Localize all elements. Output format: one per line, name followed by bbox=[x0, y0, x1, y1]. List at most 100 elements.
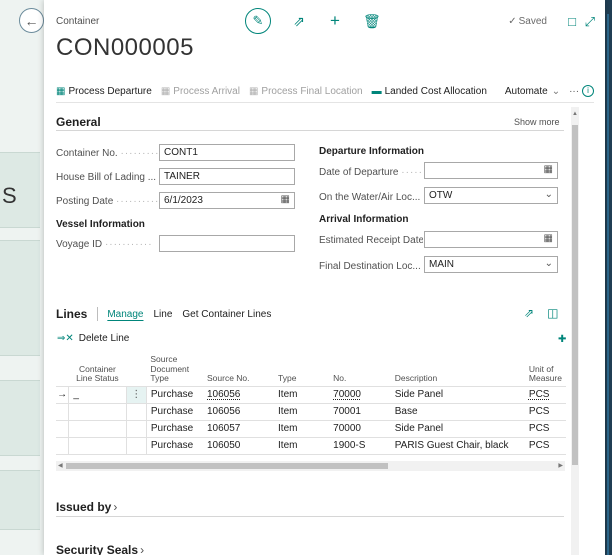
right-edge-accent bbox=[607, 14, 609, 555]
uom-cell[interactable]: PCS bbox=[524, 385, 566, 404]
source-doc-type-cell[interactable]: Purchase bbox=[146, 436, 203, 455]
row-actions-cell[interactable] bbox=[126, 436, 147, 455]
no-cell[interactable]: 70000 bbox=[329, 419, 391, 438]
final-destination-value: MAIN bbox=[429, 259, 454, 270]
scrollbar-thumb[interactable] bbox=[572, 125, 578, 465]
lines-title[interactable]: Lines bbox=[56, 307, 87, 321]
scroll-right-icon[interactable]: ▶ bbox=[558, 461, 563, 471]
voyage-id-field[interactable] bbox=[159, 235, 295, 252]
type-cell[interactable]: Item bbox=[274, 419, 330, 438]
line-status-cell[interactable] bbox=[68, 436, 127, 455]
tab-get-container-lines[interactable]: Get Container Lines bbox=[182, 309, 271, 320]
row-selector[interactable] bbox=[56, 402, 70, 421]
source-no-cell[interactable]: 106056 bbox=[203, 402, 275, 421]
column-header-no[interactable]: No. bbox=[329, 350, 391, 386]
description-cell[interactable]: PARIS Guest Chair, black bbox=[390, 436, 525, 455]
column-header-unit-of-measure[interactable]: Unit of Measure bbox=[525, 350, 566, 386]
description-cell[interactable]: Side Panel bbox=[390, 385, 525, 404]
no-cell[interactable]: 70001 bbox=[329, 402, 391, 421]
filter-icon[interactable]: ✚ bbox=[558, 334, 566, 345]
row-selector[interactable] bbox=[56, 436, 70, 455]
vertical-scrollbar[interactable]: ▲ bbox=[571, 107, 579, 555]
scrollbar-thumb[interactable] bbox=[66, 463, 388, 469]
issued-by-section[interactable]: Issued by › bbox=[56, 500, 117, 514]
landed-cost-allocation-action[interactable]: ▬ Landed Cost Allocation bbox=[372, 86, 487, 97]
source-no-cell[interactable]: 106056 bbox=[203, 385, 275, 404]
more-options-button[interactable]: ··· bbox=[569, 86, 579, 97]
line-status-cell[interactable] bbox=[68, 402, 127, 421]
description-cell[interactable]: Base bbox=[390, 402, 525, 421]
no-cell[interactable]: 1900-S bbox=[329, 436, 391, 455]
page-caption: Container bbox=[56, 16, 100, 27]
source-doc-type-cell[interactable]: Purchase bbox=[146, 419, 203, 438]
date-of-departure-label: Date of Departure ······ bbox=[319, 167, 423, 178]
scroll-left-icon[interactable]: ◀ bbox=[58, 461, 63, 471]
column-header-container-line-status[interactable]: Container Line Status bbox=[69, 350, 126, 386]
back-arrow-icon: ← bbox=[24, 12, 39, 29]
table-row[interactable]: Purchase 106056 Item 70001 Base PCS bbox=[56, 402, 566, 421]
process-departure-action[interactable]: ▦ Process Departure bbox=[56, 86, 152, 97]
delete-line-button[interactable]: ⇒✕ Delete Line bbox=[57, 333, 129, 344]
action-label: Landed Cost Allocation bbox=[384, 86, 487, 97]
final-destination-select[interactable]: MAIN ⌄ bbox=[424, 256, 558, 273]
type-cell[interactable]: Item bbox=[274, 385, 330, 404]
description-cell[interactable]: Side Panel bbox=[390, 419, 525, 438]
automate-menu[interactable]: Automate ⌄ bbox=[505, 86, 560, 97]
right-edge bbox=[605, 0, 612, 555]
tab-line[interactable]: Line bbox=[153, 309, 172, 320]
posting-date-field[interactable]: 6/1/2023 ▦ bbox=[159, 192, 295, 209]
line-status-cell[interactable] bbox=[68, 419, 127, 438]
row-actions-icon[interactable]: ⋮ bbox=[126, 385, 147, 404]
chevron-right-icon: › bbox=[113, 500, 118, 514]
uom-cell[interactable]: PCS bbox=[524, 436, 566, 455]
table-row[interactable]: Purchase 106057 Item 70000 Side Panel PC… bbox=[56, 419, 566, 438]
edit-button[interactable]: ✎ bbox=[245, 8, 271, 34]
table-row[interactable]: Purchase 106050 Item 1900-S PARIS Guest … bbox=[56, 436, 566, 455]
new-icon[interactable]: + bbox=[327, 11, 343, 31]
source-doc-type-cell[interactable]: Purchase bbox=[146, 385, 203, 404]
info-icon[interactable]: i bbox=[582, 85, 594, 97]
calendar-icon[interactable]: ▦ bbox=[544, 233, 553, 244]
expand-icon[interactable]: ⤢ bbox=[585, 14, 595, 30]
final-destination-label: Final Destination Loc... bbox=[319, 261, 421, 272]
line-status-cell[interactable]: _ bbox=[68, 385, 127, 404]
on-the-water-select[interactable]: OTW ⌄ bbox=[424, 187, 558, 204]
column-header-description[interactable]: Description bbox=[391, 350, 525, 386]
source-doc-type-cell[interactable]: Purchase bbox=[146, 402, 203, 421]
calendar-icon[interactable]: ▦ bbox=[281, 194, 290, 205]
row-actions-cell[interactable] bbox=[126, 419, 147, 438]
tab-manage[interactable]: Manage bbox=[107, 309, 143, 320]
delete-icon[interactable]: 🗑 bbox=[363, 13, 381, 30]
general-section-title[interactable]: General bbox=[56, 115, 101, 129]
uom-cell[interactable]: PCS bbox=[524, 402, 566, 421]
scroll-up-icon[interactable]: ▲ bbox=[571, 111, 579, 117]
saved-label: Saved bbox=[518, 16, 547, 27]
row-selector[interactable] bbox=[56, 419, 70, 438]
row-actions-cell[interactable] bbox=[126, 402, 147, 421]
horizontal-scrollbar[interactable]: ◀ ▶ bbox=[56, 461, 565, 471]
estimated-receipt-date-field[interactable]: ▦ bbox=[424, 231, 558, 248]
type-cell[interactable]: Item bbox=[274, 402, 330, 421]
open-new-window-icon[interactable]: □ bbox=[568, 14, 576, 29]
house-bill-of-lading-field[interactable]: TAINER bbox=[159, 168, 295, 185]
table-row[interactable]: → _ ⋮ Purchase 106056 Item 70000 Side Pa… bbox=[56, 385, 566, 404]
background-tile bbox=[0, 240, 40, 356]
share-icon[interactable]: ⇗ bbox=[291, 13, 307, 30]
type-cell[interactable]: Item bbox=[274, 436, 330, 455]
calendar-icon[interactable]: ▦ bbox=[544, 164, 553, 175]
source-no-cell[interactable]: 106057 bbox=[203, 419, 275, 438]
security-seals-section[interactable]: Security Seals › bbox=[56, 543, 144, 555]
date-of-departure-field[interactable]: ▦ bbox=[424, 162, 558, 179]
column-header-source-document-type[interactable]: Source Document Type bbox=[146, 350, 203, 386]
share-icon[interactable]: ⇗ bbox=[524, 306, 534, 320]
posting-date-label: Posting Date ·········· bbox=[56, 196, 158, 207]
column-header-source-no[interactable]: Source No. bbox=[203, 350, 274, 386]
back-button[interactable]: ← bbox=[19, 8, 44, 33]
show-more-link[interactable]: Show more bbox=[514, 117, 560, 127]
column-header-type[interactable]: Type bbox=[274, 350, 329, 386]
container-no-field[interactable]: CONT1 bbox=[159, 144, 295, 161]
source-no-cell[interactable]: 106050 bbox=[203, 436, 275, 455]
expand-part-icon[interactable]: ◫ bbox=[547, 306, 558, 320]
no-cell[interactable]: 70000 bbox=[329, 385, 391, 404]
uom-cell[interactable]: PCS bbox=[524, 419, 566, 438]
